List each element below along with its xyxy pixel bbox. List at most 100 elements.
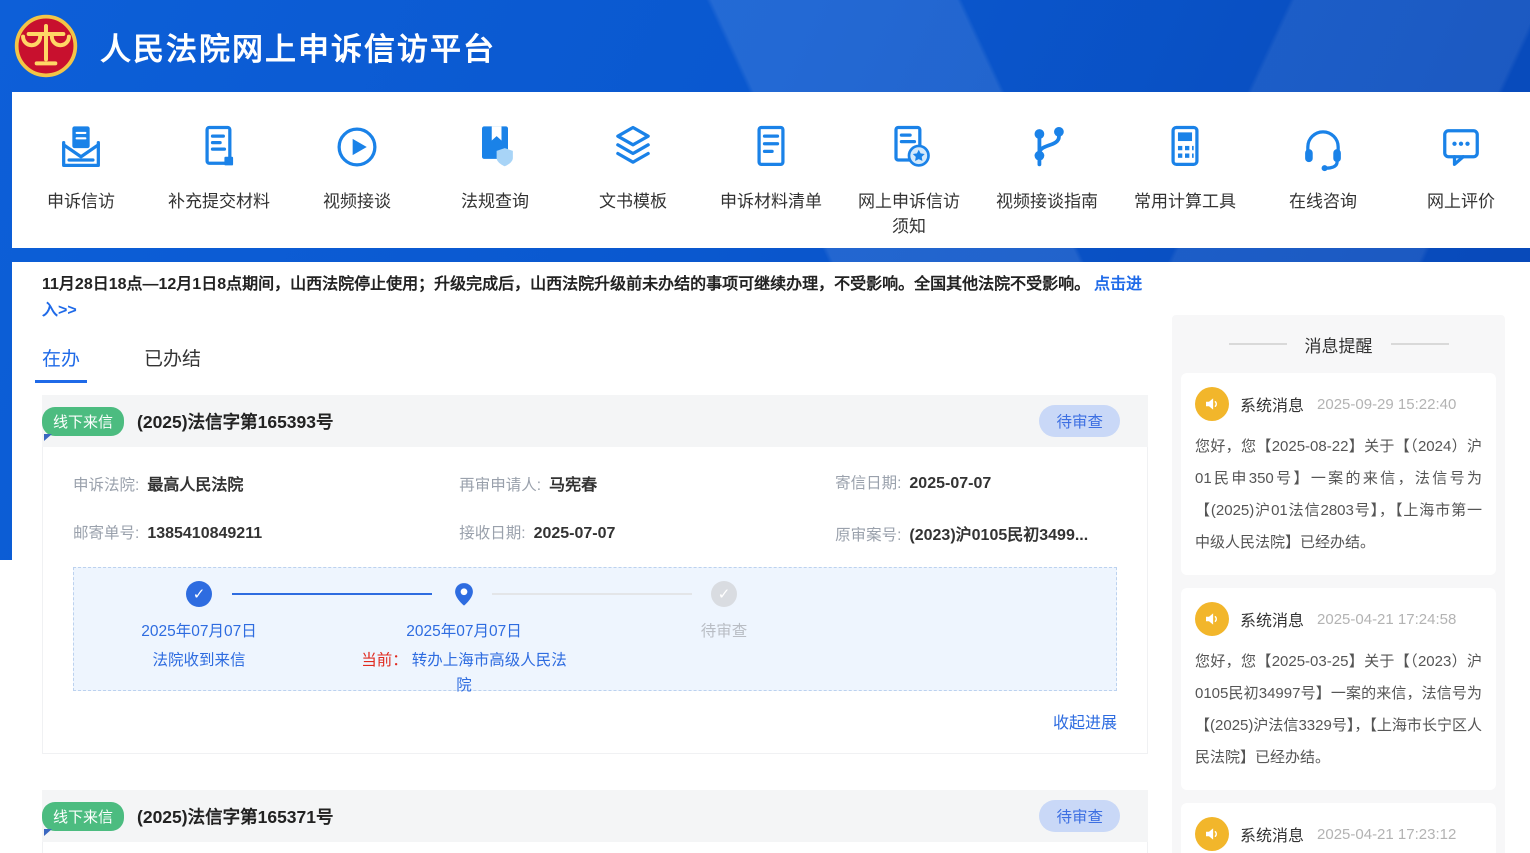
timeline-step-pending-review: ✓ 待审查: [614, 581, 834, 641]
online-notice-icon: [883, 118, 935, 176]
field-retrial-applicant: 再审申请人: 马宪春: [459, 471, 835, 495]
message-content: 您好，您【2025-08-22】关于【（2024）沪01民申350号】一案的来信…: [1195, 431, 1482, 559]
nav-item-label: 在线咨询: [1289, 189, 1357, 214]
tab-label: 在办: [42, 349, 80, 370]
case-number: (2025)法信字第165393号: [137, 409, 333, 434]
field-receive-date: 接收日期:2025-07-07: [459, 521, 835, 545]
message-item[interactable]: 系统消息 2025-04-21 17:24:58 您好，您【2025-03-25…: [1181, 588, 1496, 790]
online-review-icon: [1435, 118, 1487, 176]
tabs: 在办 已办结: [42, 344, 1148, 383]
nav-item-label: 申诉材料清单: [720, 189, 822, 214]
supplement-document-icon: [193, 118, 245, 176]
nav-item-label: 法规查询: [461, 189, 529, 214]
nav-item-video-interview[interactable]: 视频接谈: [288, 118, 426, 214]
field-label: 寄信日期:: [835, 475, 901, 492]
case-fields: 申诉法院: 最高人民法院 再审申请人: 马宪春 寄信日期:2025-07-07 邮寄…: [73, 471, 1117, 545]
field-original-case-number: 原审案号: (2023)沪0105民初3499...: [835, 521, 1117, 545]
notice-banner: 11月28日18点—12月1日8点期间，山西法院停止使用；升级完成后，山西法院升…: [42, 272, 1148, 324]
tab-in-progress[interactable]: 在办: [42, 344, 80, 383]
field-label: 接收日期:: [459, 525, 525, 542]
field-value: 最高人民法院: [147, 477, 243, 494]
nav-item-law-search[interactable]: 法规查询: [426, 118, 564, 214]
message-type: 系统消息: [1240, 607, 1304, 631]
field-mail-date: 寄信日期:2025-07-07: [835, 471, 1117, 495]
nav-item-online-notice[interactable]: 网上申诉信访须知: [840, 118, 978, 239]
law-search-icon: [469, 118, 521, 176]
calculator-icon: [1159, 118, 1211, 176]
tab-completed[interactable]: 已办结: [144, 344, 201, 383]
mail-petition-icon: [55, 118, 107, 176]
messages-panel-header: 消息提醒: [1172, 315, 1505, 373]
field-tracking-number: 邮寄单号:1385410849211: [73, 521, 459, 545]
message-header: 系统消息 2025-04-21 17:24:58: [1195, 602, 1482, 636]
content-panel: 11月28日18点—12月1日8点期间，山西法院停止使用；升级完成后，山西法院升…: [12, 262, 1530, 853]
nav-item-label: 文书模板: [599, 189, 667, 214]
field-value: (2023)沪0105民初3499...: [909, 527, 1088, 544]
material-list-icon: [745, 118, 797, 176]
step-date: 2025年07月07日: [89, 619, 309, 641]
nav-item-calculator-tools[interactable]: 常用计算工具: [1116, 118, 1254, 214]
case-card: 线下来信 (2025)法信字第165393号 待审查 申诉法院: 最高人民法院 再…: [42, 395, 1148, 754]
main-column: 11月28日18点—12月1日8点期间，山西法院停止使用；升级完成后，山西法院升…: [42, 272, 1148, 853]
online-consult-icon: [1297, 118, 1349, 176]
nav-item-online-consult[interactable]: 在线咨询: [1254, 118, 1392, 214]
field-label: 再审申请人:: [459, 477, 541, 494]
speaker-icon: [1195, 602, 1229, 636]
nav-item-label: 申诉信访: [47, 189, 115, 214]
nav-item-label: 常用计算工具: [1134, 189, 1236, 214]
field-value: 马宪春: [549, 477, 597, 494]
divider-line: [1229, 343, 1287, 345]
message-timestamp: 2025-04-21 17:24:58: [1317, 611, 1456, 628]
divider-line: [1391, 343, 1449, 345]
field-label: 邮寄单号:: [73, 525, 139, 542]
offline-letter-badge: 线下来信: [42, 802, 124, 831]
notice-text: 11月28日18点—12月1日8点期间，山西法院停止使用；升级完成后，山西法院升…: [42, 276, 1090, 293]
nav-item-video-guide[interactable]: 视频接谈指南: [978, 118, 1116, 214]
step-date: 2025年07月07日: [354, 619, 574, 641]
nav-item-label: 视频接谈指南: [996, 189, 1098, 214]
case-card-header: 线下来信 (2025)法信字第165393号 待审查: [42, 395, 1148, 447]
message-item[interactable]: 系统消息 2025-04-21 17:23:12: [1181, 803, 1496, 853]
nav-item-petition[interactable]: 申诉信访: [12, 118, 150, 214]
field-label: 申诉法院:: [73, 477, 139, 494]
case-card: 线下来信 (2025)法信字第165371号 待审查: [42, 790, 1148, 853]
step-description: 当前：转办上海市高级人民法院: [354, 648, 574, 698]
video-guide-icon: [1021, 118, 1073, 176]
timeline-step-current: 2025年07月07日 当前：转办上海市高级人民法院: [354, 581, 574, 698]
message-header: 系统消息 2025-04-21 17:23:12: [1195, 817, 1482, 851]
progress-timeline: ✓ 2025年07月07日 法院收到来信 2025年07月0: [73, 567, 1117, 691]
collapse-progress-link[interactable]: 收起进展: [73, 709, 1117, 733]
nav-item-document-template[interactable]: 文书模板: [564, 118, 702, 214]
message-timestamp: 2025-04-21 17:23:12: [1317, 826, 1456, 843]
message-type: 系统消息: [1240, 822, 1304, 846]
current-prefix: 当前：: [361, 652, 408, 669]
field-label: 原审案号:: [835, 527, 901, 544]
nav-item-label: 视频接谈: [323, 189, 391, 214]
step-description: 待审查: [614, 619, 834, 641]
case-card-body: [42, 842, 1148, 853]
nav-item-label: 补充提交材料: [168, 189, 270, 214]
nav-item-label: 网上申诉信访须知: [851, 189, 967, 239]
messages-panel: 消息提醒 系统消息 2025-09-29 15:22:40 您好，您【2025-…: [1172, 315, 1505, 853]
check-circle-gray-icon: ✓: [711, 581, 737, 607]
message-timestamp: 2025-09-29 15:22:40: [1317, 396, 1456, 413]
nav-item-supplement-materials[interactable]: 补充提交材料: [150, 118, 288, 214]
app-header: 人民法院网上申诉信访平台: [0, 0, 1530, 92]
location-pin-icon: [451, 581, 477, 607]
message-item[interactable]: 系统消息 2025-09-29 15:22:40 您好，您【2025-08-22…: [1181, 373, 1496, 575]
document-template-icon: [607, 118, 659, 176]
case-card-body: 申诉法院: 最高人民法院 再审申请人: 马宪春 寄信日期:2025-07-07 邮寄…: [42, 447, 1148, 754]
case-number: (2025)法信字第165371号: [137, 804, 333, 829]
step-description: 法院收到来信: [89, 648, 309, 673]
field-petition-court: 申诉法院: 最高人民法院: [73, 471, 459, 495]
nav-item-label: 网上评价: [1427, 189, 1495, 214]
nav-item-online-review[interactable]: 网上评价: [1392, 118, 1530, 214]
nav-item-material-list[interactable]: 申诉材料清单: [702, 118, 840, 214]
main-nav: 申诉信访 补充提交材料 视频接谈: [12, 92, 1530, 248]
current-action: 转办上海市高级人民法院: [412, 652, 567, 694]
offline-letter-badge: 线下来信: [42, 407, 124, 436]
status-badge: 待审查: [1039, 405, 1120, 437]
page: 人民法院网上申诉信访平台 申诉信访 补充提交: [0, 0, 1530, 853]
check-circle-icon: ✓: [186, 581, 212, 607]
speaker-icon: [1195, 817, 1229, 851]
